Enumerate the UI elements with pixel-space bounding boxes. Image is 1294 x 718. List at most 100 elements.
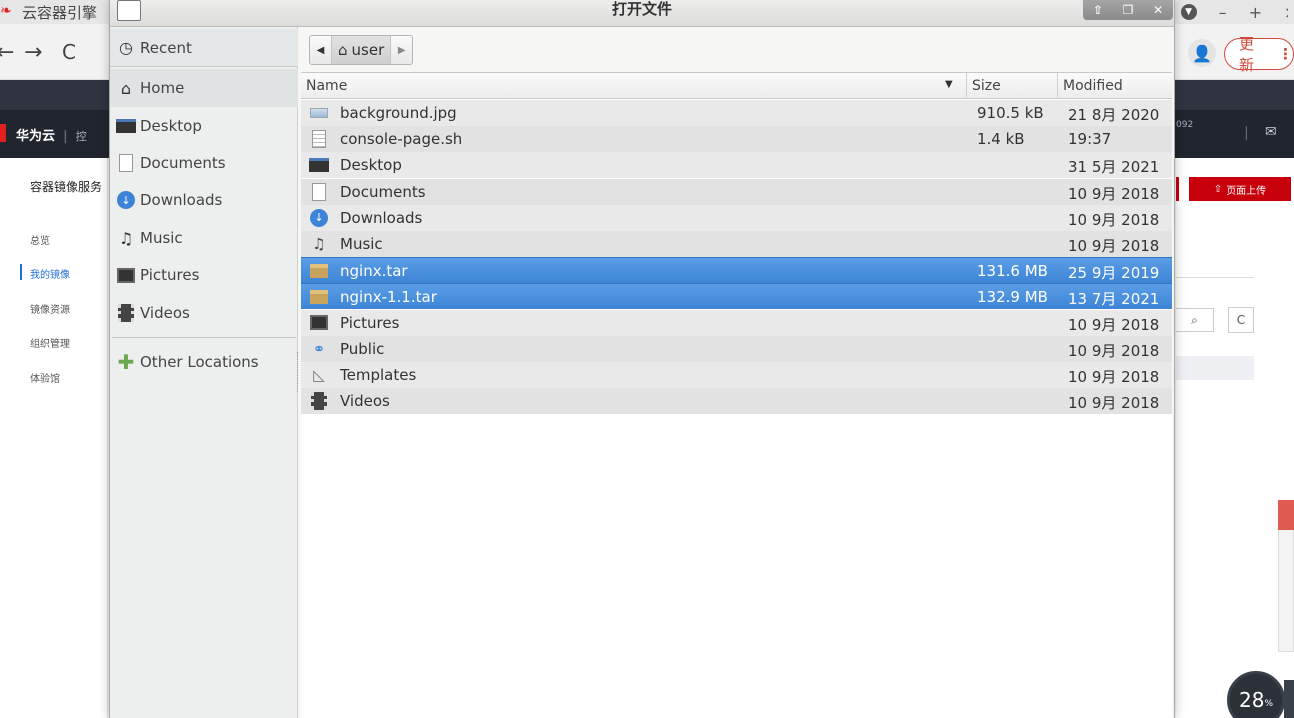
mail-icon[interactable]: ✉ (1265, 124, 1277, 140)
page-upload-button[interactable]: ⇧ 页面上传 (1189, 177, 1291, 201)
file-name: Templates (340, 366, 417, 384)
place-label: Home (140, 79, 185, 97)
browser-menu-icon[interactable]: ▼ (1180, 4, 1197, 20)
browser-tab-title[interactable]: 云容器引擎 (22, 2, 97, 23)
open-file-dialog: 打开文件 ⇧ ❐ ✕ ◷ Recent ⌂ Home Desktop Docum… (109, 0, 1175, 718)
nav-item-overview[interactable]: 总览 (30, 232, 50, 247)
console-brand[interactable]: 华为云 | 控 (16, 125, 87, 144)
videos-icon (116, 303, 136, 323)
forward-icon[interactable]: → (24, 40, 42, 65)
file-list-header: Name ▼ Size Modified (301, 73, 1172, 99)
file-row[interactable]: Pictures 10 9月 2018 (301, 309, 1172, 336)
pane-resize-handle[interactable] (297, 352, 300, 392)
place-desktop[interactable]: Desktop (110, 107, 298, 145)
file-row[interactable]: Desktop 31 5月 2021 (301, 152, 1172, 179)
file-row[interactable]: console-page.sh 1.4 kB 19:37 (301, 126, 1172, 153)
file-row[interactable]: nginx.tar 131.6 MB 25 9月 2019 (301, 257, 1172, 284)
dialog-close-icon[interactable]: ✕ (1153, 3, 1163, 17)
file-modified: 19:37 (1068, 130, 1112, 149)
places-sidebar: ◷ Recent ⌂ Home Desktop Documents ↓ Down… (110, 27, 298, 718)
console-main-area (1176, 158, 1294, 718)
header-account-id: 092 (1176, 120, 1194, 130)
nav-item-image-resources[interactable]: 镜像资源 (30, 301, 70, 316)
file-row[interactable]: ♫ Music 10 9月 2018 (301, 231, 1172, 257)
file-modified: 21 8月 2020 (1068, 106, 1160, 124)
reload-icon[interactable]: C (62, 40, 76, 64)
document-icon (116, 153, 136, 173)
shade-icon[interactable]: ⇧ (1093, 3, 1103, 17)
file-modified: 10 9月 2018 (1068, 315, 1160, 334)
file-name: nginx.tar (340, 262, 408, 281)
file-name: background.jpg (340, 104, 457, 122)
home-icon: ⌂ (338, 41, 348, 59)
file-size: 1.4 kB (977, 130, 1025, 149)
download-folder-icon: ↓ (309, 208, 329, 228)
place-music[interactable]: ♫ Music (110, 219, 298, 257)
client-upload-button-edge[interactable] (1176, 177, 1179, 201)
column-modified[interactable]: Modified (1058, 73, 1172, 99)
place-label: Recent (140, 38, 192, 57)
upload-label: 页面上传 (1226, 185, 1267, 197)
path-crumb-label: user (351, 41, 385, 59)
minimize-icon[interactable]: – (1219, 3, 1227, 22)
more-icon[interactable]: ⋮ (1278, 45, 1293, 63)
nav-item-organization[interactable]: 组织管理 (30, 335, 70, 350)
file-row[interactable]: background.jpg 910.5 kB 21 8月 2020 (301, 100, 1172, 126)
path-crumb-user[interactable]: ⌂ user (332, 36, 391, 64)
floating-toolbar-top-button[interactable] (1278, 500, 1294, 530)
file-list: Name ▼ Size Modified background.jpg 910.5… (301, 72, 1172, 718)
header-divider: | (1244, 125, 1249, 141)
file-name: Public (340, 339, 385, 358)
nav-item-my-images[interactable]: 我的镜像 (30, 266, 70, 281)
column-name[interactable]: Name (301, 73, 967, 99)
place-label: Documents (140, 154, 226, 172)
clock-icon: ◷ (119, 38, 133, 57)
path-scroll-left-icon[interactable]: ◀ (310, 36, 332, 64)
path-scroll-right-icon[interactable]: ▶ (390, 36, 412, 64)
column-size[interactable]: Size (967, 73, 1058, 99)
archive-file-icon (309, 261, 329, 281)
place-label: Pictures (140, 266, 200, 284)
videos-folder-icon (309, 391, 329, 411)
file-row[interactable]: Documents 10 9月 2018 (301, 178, 1172, 205)
plus-icon: ✚ (117, 350, 135, 374)
dialog-titlebar[interactable]: 打开文件 ⇧ ❐ ✕ (110, 0, 1174, 27)
close-icon[interactable]: × (1284, 3, 1288, 22)
column-name-label: Name (306, 78, 348, 94)
file-row[interactable]: ◺ Templates 10 9月 2018 (301, 362, 1172, 388)
file-row[interactable]: ⚭ Public 10 9月 2018 (301, 335, 1172, 362)
file-modified: 10 9月 2018 (1068, 210, 1160, 229)
place-home[interactable]: ⌂ Home (110, 69, 298, 107)
refresh-icon: C (1236, 313, 1246, 327)
script-file-icon (309, 129, 329, 149)
file-row[interactable]: Videos 10 9月 2018 (301, 388, 1172, 415)
column-modified-label: Modified (1063, 78, 1123, 94)
tab-divider (1176, 277, 1254, 278)
new-tab-icon[interactable]: + (1249, 3, 1262, 22)
music-icon: ♫ (118, 228, 134, 248)
place-documents[interactable]: Documents (110, 144, 298, 182)
document-folder-icon (309, 182, 329, 202)
dialog-window-controls: ⇧ ❐ ✕ (1083, 0, 1173, 20)
upload-icon: ⇧ (1213, 183, 1223, 195)
place-other-locations[interactable]: ✚ Other Locations (110, 343, 298, 381)
restore-icon[interactable]: ❐ (1123, 3, 1134, 17)
profile-avatar-icon[interactable]: 👤 (1188, 39, 1216, 67)
search-button[interactable]: ⌕ (1176, 308, 1214, 332)
nav-item-experience[interactable]: 体验馆 (30, 370, 60, 385)
file-row[interactable]: nginx-1.1.tar 132.9 MB 13 7月 2021 (301, 283, 1172, 310)
place-videos[interactable]: Videos (110, 294, 298, 332)
file-modified: 10 9月 2018 (1068, 394, 1160, 413)
download-icon: ↓ (116, 190, 136, 210)
file-size: 910.5 kB (977, 104, 1044, 122)
browser-window-controls: ▼ – + × (1180, 0, 1294, 24)
desktop-folder-icon (309, 155, 329, 175)
place-downloads[interactable]: ↓ Downloads (110, 181, 298, 219)
place-pictures[interactable]: Pictures (110, 256, 298, 294)
update-button[interactable]: 更新 ⋮ (1224, 35, 1294, 74)
back-icon[interactable]: ← (0, 40, 14, 65)
file-row[interactable]: ↓ Downloads 10 9月 2018 (301, 204, 1172, 231)
console-service-title: 容器镜像服务 (30, 180, 103, 194)
refresh-button[interactable]: C (1228, 307, 1254, 333)
place-recent[interactable]: ◷ Recent (110, 29, 298, 67)
